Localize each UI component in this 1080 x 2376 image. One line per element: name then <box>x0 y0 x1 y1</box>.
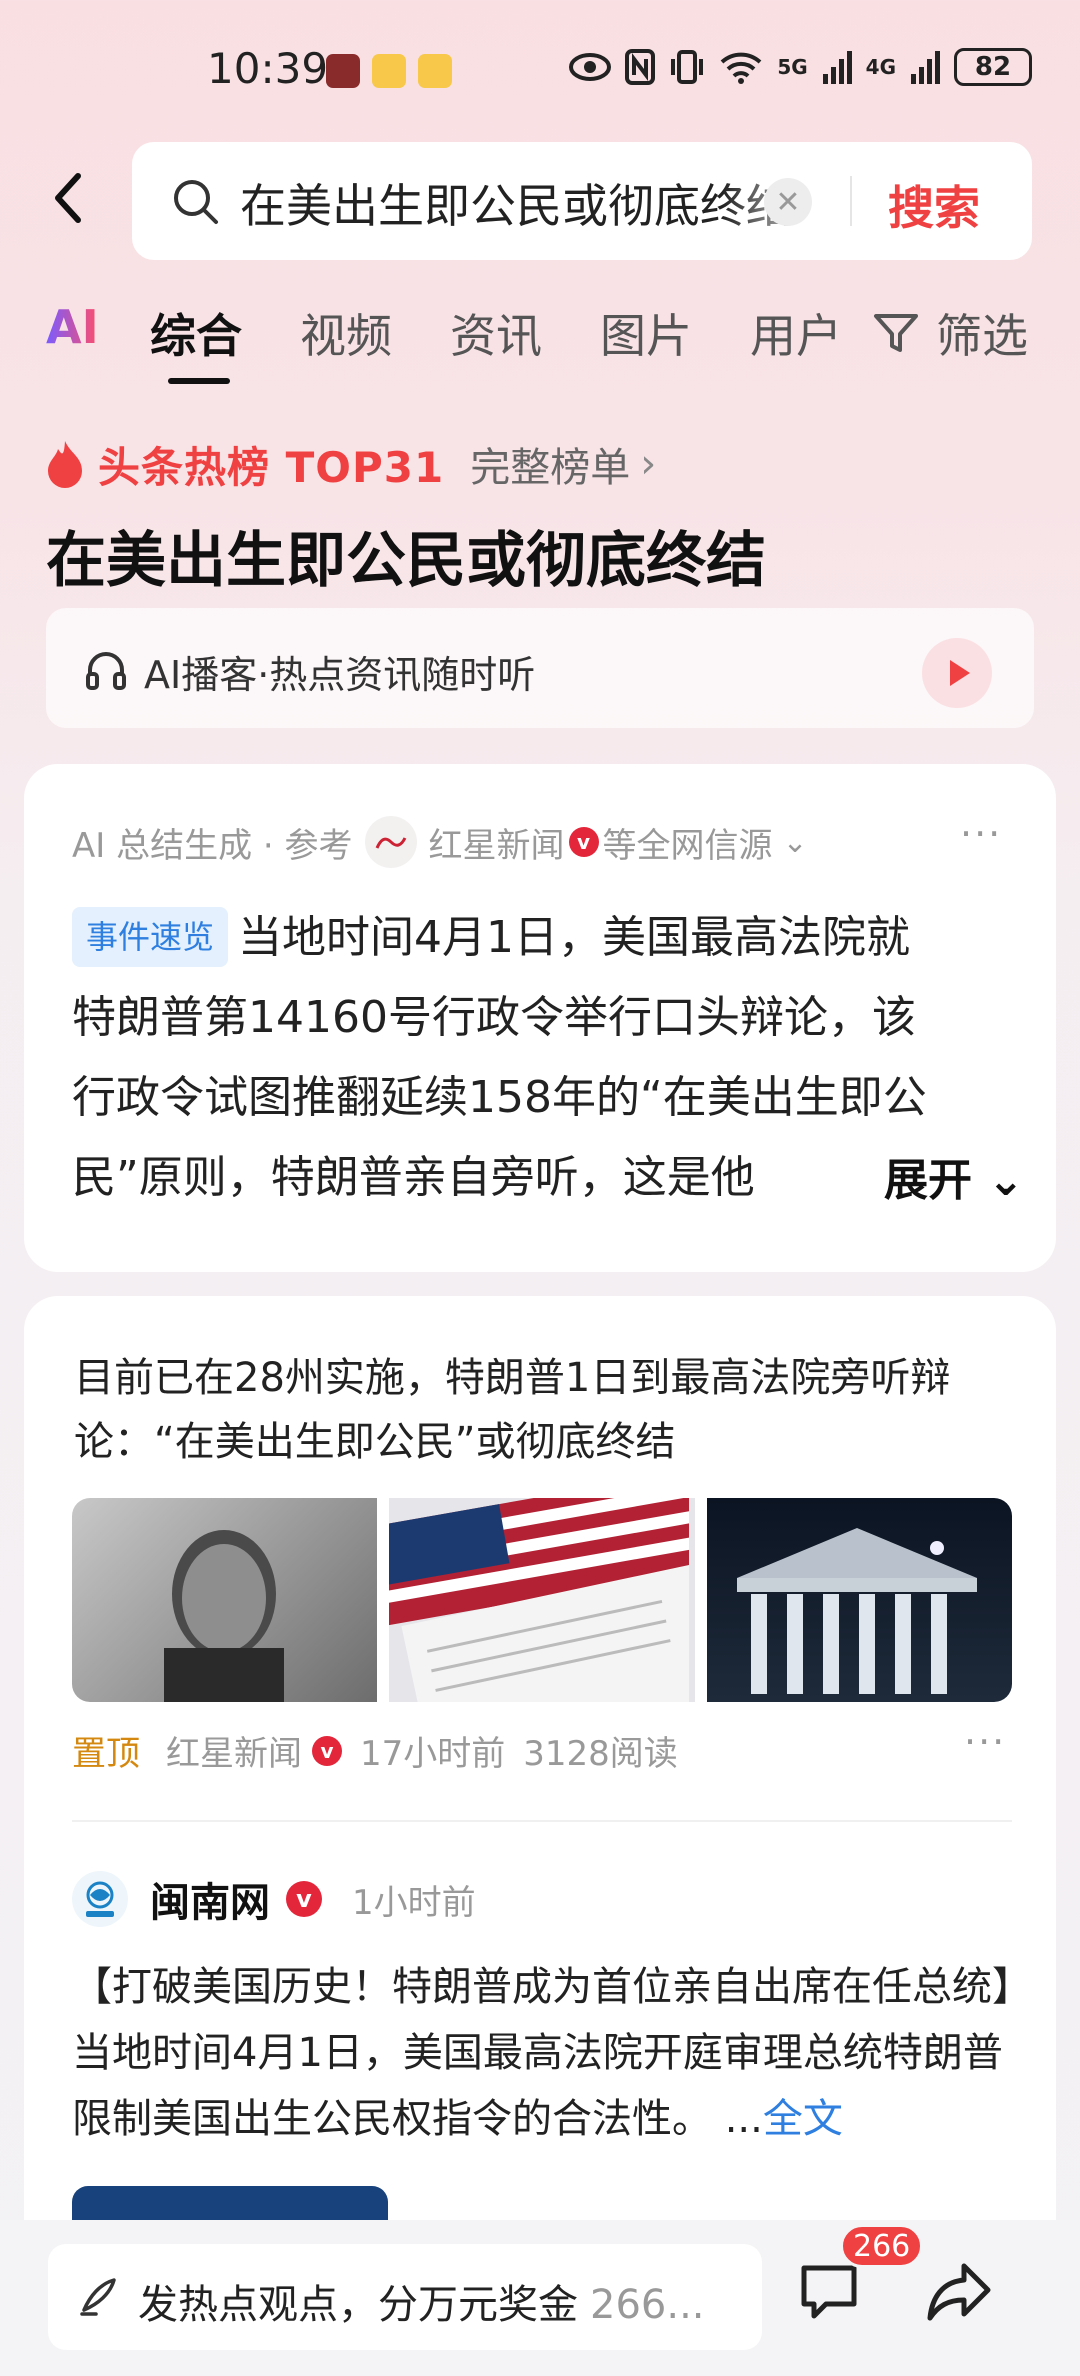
portrait-image[interactable] <box>72 1498 378 1702</box>
tab-video[interactable]: 视频 <box>300 300 392 366</box>
signal-bars-icon <box>822 51 852 84</box>
status-time: 10:39 <box>207 44 329 93</box>
search-button[interactable]: 搜索 <box>888 172 980 238</box>
ai-summary-meta: AI 总结生成 · 参考 红星新闻 v 等全网信源 ⌄ <box>72 816 808 868</box>
ai-line-3: 行政令试图推翻延续158年的“在美出生即公 <box>72 1072 927 1123</box>
play-button[interactable] <box>922 638 992 708</box>
source-avatar <box>72 1871 128 1927</box>
back-button[interactable] <box>42 168 102 228</box>
close-icon: ✕ <box>775 184 801 220</box>
tab-ai[interactable]: AI <box>46 300 99 354</box>
search-icon <box>174 180 218 224</box>
search-input[interactable]: 在美出生即公民或彻底终结 <box>240 170 800 232</box>
verified-icon: v <box>568 827 599 857</box>
court-illustration <box>736 1528 977 1694</box>
search-divider <box>850 176 852 226</box>
source-logo <box>364 816 417 868</box>
news-title[interactable]: 目前已在28州实施，特朗普1日到最高法院旁听辩论：“在美出生即公民”或彻底终结 <box>74 1346 1014 1474</box>
signal-5g-label: 5G <box>777 55 808 79</box>
chevron-down-icon: ⌄ <box>987 1155 1025 1206</box>
play-icon <box>950 660 970 686</box>
pen-icon <box>80 2278 116 2316</box>
status-icons: 5G 4G 82 <box>569 48 1032 86</box>
news-time: 17小时前 <box>360 1734 506 1774</box>
full-list-link[interactable]: 完整榜单 <box>470 435 630 493</box>
comment-icon[interactable] <box>796 2258 862 2324</box>
ai-line-4: 民”原则，特朗普亲自旁听，这是他 <box>72 1152 755 1203</box>
comment-input[interactable]: 发热点观点，分万元奖金 266... <box>48 2244 762 2350</box>
tab-images[interactable]: 图片 <box>600 300 692 366</box>
comment-placeholder: 发热点观点，分万元奖金 266... <box>138 2272 705 2330</box>
pinned-label: 置顶 <box>72 1734 140 1774</box>
news-meta: 置顶 红星新闻 v 17小时前 3128阅读 <box>72 1726 678 1775</box>
headphones-icon <box>86 652 126 690</box>
share-icon[interactable] <box>924 2258 994 2324</box>
post-text: 【打破美国历史！特朗普成为首位亲自出席在任总统】当地时间4月1日，美国最高法院开… <box>72 1964 1012 2142</box>
portrait-illustration <box>164 1530 284 1702</box>
flag-illustration <box>389 1498 690 1702</box>
full-text-link[interactable]: 全文 <box>763 2096 843 2142</box>
ai-summary-card: AI 总结生成 · 参考 红星新闻 v 等全网信源 ⌄ ··· 事件速览 当地时间… <box>24 764 1056 1272</box>
more-options-icon[interactable]: ··· <box>964 1720 1006 1764</box>
tab-news[interactable]: 资讯 <box>450 300 542 366</box>
ai-podcast-bar[interactable]: AI播客·热点资讯随时听 <box>46 608 1034 728</box>
news-image-row[interactable] <box>72 1498 1012 1702</box>
flame-icon <box>48 441 82 488</box>
post-source-name[interactable]: 闽南网 <box>150 1870 270 1928</box>
clear-search-button[interactable]: ✕ <box>764 178 812 226</box>
active-tab-indicator <box>168 378 230 384</box>
comment-placeholder-text: 发热点观点，分万元奖金 <box>138 2282 578 2328</box>
battery-indicator: 82 <box>954 48 1032 86</box>
news-reads: 3128阅读 <box>523 1734 678 1774</box>
minnan-logo-icon <box>86 1881 114 1917</box>
expand-label: 展开 <box>884 1155 972 1206</box>
verified-icon: v <box>286 1881 322 1917</box>
chevron-down-icon[interactable]: ⌄ <box>783 825 808 860</box>
vibrate-icon <box>671 50 704 84</box>
hot-board-row[interactable]: 头条热榜 TOP31 完整榜单 › <box>44 436 656 492</box>
wifi-icon <box>720 52 762 84</box>
news-card: 目前已在28州实施，特朗普1日到最高法院旁听辩论：“在美出生即公民”或彻底终结 … <box>24 1296 1056 2376</box>
post-body[interactable]: 【打破美国历史！特朗普成为首位亲自出席在任总统】当地时间4月1日，美国最高法院开… <box>72 1954 1022 2152</box>
podcast-label: AI播客·热点资讯随时听 <box>144 653 536 697</box>
topic-title[interactable]: 在美出生即公民或彻底终结 <box>46 512 766 599</box>
expand-button[interactable]: 展开 ⌄ <box>864 1144 1025 1208</box>
weibo-notification-icon <box>372 54 406 88</box>
ai-meta-suffix[interactable]: 等全网信源 <box>603 818 773 867</box>
post-ellipsis: ... <box>724 2096 763 2142</box>
nfc-icon <box>625 49 656 85</box>
chevron-right-icon: › <box>640 441 657 487</box>
divider <box>72 1820 1012 1822</box>
more-options-icon[interactable]: ··· <box>960 812 1002 856</box>
ai-source-name[interactable]: 红星新闻 <box>429 818 565 867</box>
weibo-notification-icon-2 <box>418 54 452 88</box>
post-time: 1小时前 <box>352 1882 476 1923</box>
comment-count-badge: 266 <box>840 2224 924 2268</box>
supreme-court-image[interactable] <box>706 1498 1012 1702</box>
flag-document-image[interactable] <box>389 1498 695 1702</box>
app-notification-icon <box>326 54 360 88</box>
filter-button[interactable]: 筛选 <box>936 300 1028 366</box>
tab-users[interactable]: 用户 <box>750 300 842 366</box>
hot-board-label: 头条热榜 TOP31 <box>98 442 445 492</box>
signal-bars-icon-2 <box>911 51 940 84</box>
search-box[interactable]: 在美出生即公民或彻底终结 ✕ 搜索 <box>132 142 1032 260</box>
post-header[interactable]: 闽南网 v 1小时前 <box>72 1870 476 1928</box>
filter-icon[interactable] <box>870 306 922 358</box>
signal-4g-label: 4G <box>865 55 896 79</box>
red-star-logo-icon <box>375 837 406 849</box>
news-source[interactable]: 红星新闻 <box>166 1726 302 1775</box>
verified-icon: v <box>312 1735 342 1766</box>
bottom-bar: 发热点观点，分万元奖金 266... 266 <box>0 2220 1080 2376</box>
tab-comprehensive[interactable]: 综合 <box>150 300 242 366</box>
ai-meta-prefix: AI 总结生成 · 参考 <box>72 825 353 866</box>
status-bar: 10:39 5G 4G 82 <box>0 0 1080 140</box>
comment-count-inline: 266... <box>590 2282 705 2328</box>
ai-line-2: 特朗普第14160号行政令举行口头辩论，该 <box>72 992 916 1043</box>
ai-line-1: 当地时间4月1日，美国最高法院就 <box>238 912 911 963</box>
chevron-left-icon <box>55 173 81 223</box>
eye-icon <box>569 53 612 81</box>
event-tag: 事件速览 <box>72 907 229 967</box>
